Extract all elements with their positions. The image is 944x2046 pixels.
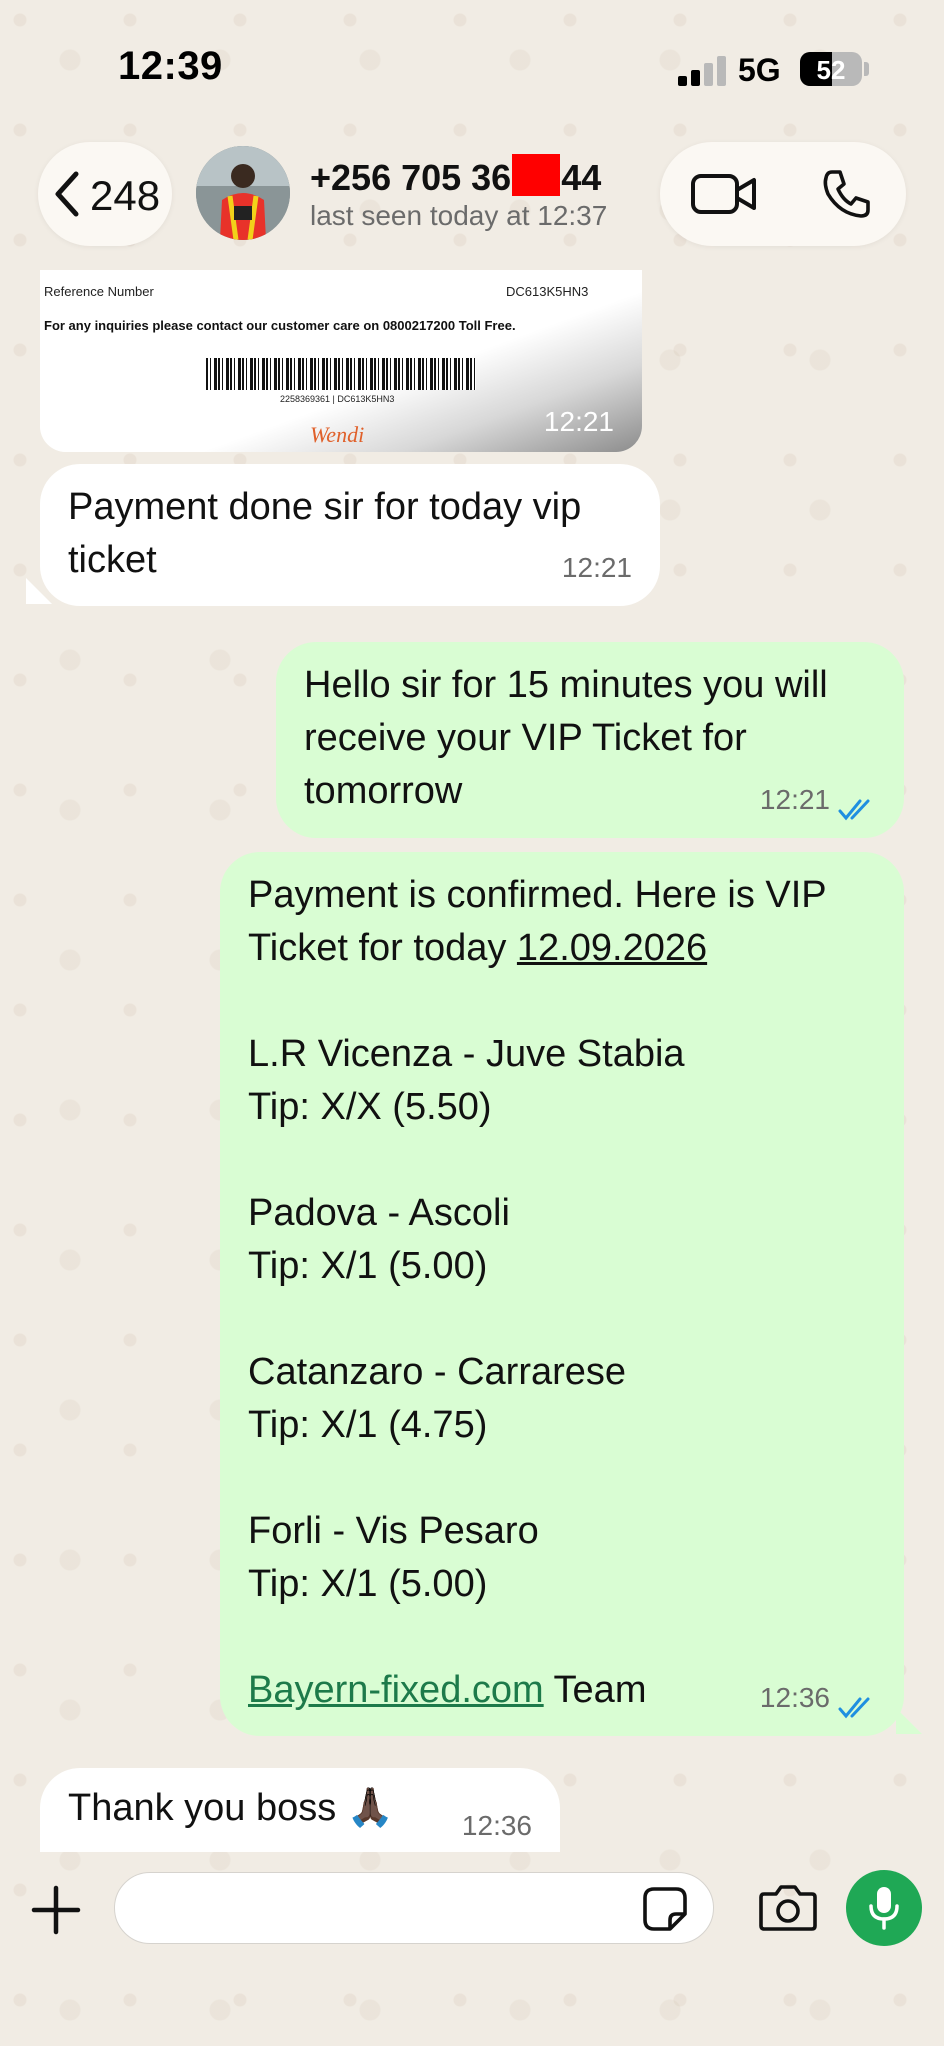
microphone-icon (869, 1887, 899, 1930)
contact-name-start: +256 705 36 (310, 157, 512, 198)
message-time: 12:21 (561, 552, 632, 583)
match-tip: Tip: X/X (5.50) (248, 1086, 492, 1128)
message-time: 12:21 (543, 406, 614, 437)
outgoing-message[interactable]: Payment is confirmed. Here is VIP Ticket… (220, 852, 904, 1736)
chevron-left-icon (55, 171, 79, 217)
match-tip: Tip: X/1 (4.75) (248, 1404, 488, 1446)
read-ticks-icon (838, 1697, 870, 1719)
website-link[interactable]: Bayern-fixed.com (248, 1669, 544, 1711)
contact-name-end: 44 (561, 157, 602, 198)
incoming-message[interactable]: Payment done sir for today vip ticket 12… (40, 464, 660, 606)
receipt-logo: Wendi (310, 422, 365, 447)
message-text-line: Ticket for today 12.09.2026 (248, 922, 904, 975)
message-text: Team (553, 1669, 647, 1711)
unread-count: 248 (90, 172, 161, 219)
plus-icon[interactable] (30, 1884, 82, 1936)
cellular-signal-icon (678, 56, 728, 86)
battery-percent: 52 (816, 55, 846, 85)
incoming-message[interactable]: Thank you boss 🙏🏿 12:36 (40, 1768, 560, 1852)
barcode-number: 2258369361 | DC613K5HN3 (280, 394, 395, 404)
bubble-tail (896, 1708, 922, 1734)
avatar-photo (196, 146, 290, 240)
match-tip: Tip: X/1 (5.00) (248, 1563, 488, 1605)
receipt-inquiry-note: For any inquiries please contact our cus… (44, 318, 516, 333)
message-text: Payment done sir for today vip (68, 486, 582, 528)
date-link[interactable]: 12.09.2026 (517, 927, 707, 969)
status-bar: 12:39 5G 52 (0, 0, 944, 140)
match-name: L.R Vicenza - Juve Stabia (248, 1033, 685, 1075)
phone-icon[interactable] (820, 168, 872, 220)
battery-tip (864, 62, 869, 76)
read-ticks-icon (838, 799, 870, 821)
sticker-icon[interactable] (642, 1886, 688, 1932)
match-name: Forli - Vis Pesaro (248, 1510, 539, 1552)
receipt-reference-code: DC613K5HN3 (506, 284, 589, 299)
contact-name[interactable]: +256 705 36 44 (310, 154, 601, 199)
message-time: 12:36 (461, 1810, 532, 1841)
camera-icon[interactable] (758, 1882, 818, 1932)
video-camera-icon[interactable] (690, 170, 758, 218)
voice-record-button[interactable] (846, 1870, 922, 1946)
last-seen: last seen today at 12:37 (310, 200, 608, 231)
message-time: 12:21 (759, 784, 830, 815)
image-message[interactable]: Reference Number DC613K5HN3 For any inqu… (40, 270, 642, 452)
barcode (206, 358, 476, 390)
network-type: 5G (738, 52, 781, 88)
message-input[interactable] (114, 1872, 714, 1944)
match-name: Padova - Ascoli (248, 1192, 510, 1234)
outgoing-message[interactable]: Hello sir for 15 minutes you will receiv… (276, 642, 904, 838)
message-time: 12:36 (759, 1682, 830, 1713)
message-text: Ticket for today (248, 927, 507, 969)
message-text: Payment is confirmed. Here is VIP (248, 874, 827, 916)
battery-icon: 52 (800, 52, 862, 86)
call-buttons (660, 142, 906, 246)
back-button[interactable]: 248 (38, 142, 172, 246)
message-text: Hello sir for 15 minutes you will (304, 664, 828, 706)
receipt-reference-label: Reference Number (44, 284, 154, 299)
emoji: 🙏🏿 (346, 1787, 395, 1829)
contact-avatar[interactable] (196, 146, 290, 240)
status-time: 12:39 (118, 44, 223, 88)
message-text: Thank you boss (68, 1787, 337, 1829)
match-name: Catanzaro - Carrarese (248, 1351, 627, 1393)
message-text: receive your VIP Ticket for (304, 717, 747, 759)
match-tip: Tip: X/1 (5.00) (248, 1245, 488, 1287)
redaction-box (512, 154, 561, 196)
